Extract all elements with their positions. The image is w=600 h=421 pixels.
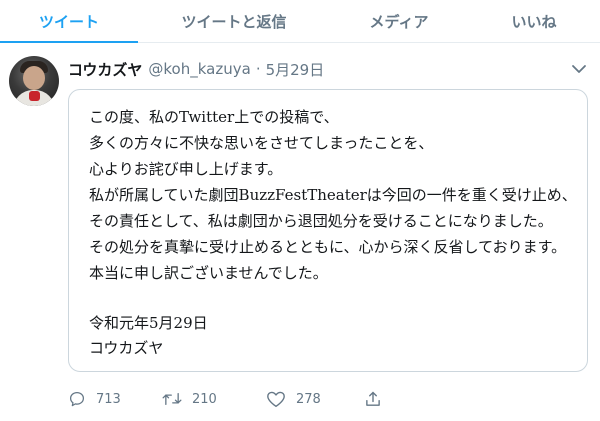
statement-line-4: 私が所属していた劇団BuzzFestTheaterは今回の一件を重く受け止め、	[89, 186, 577, 204]
statement-line-2: 多くの方々に不快な思いをさせてしまったことを、	[89, 134, 434, 152]
tab-tweets[interactable]: ツイート	[0, 0, 138, 43]
retweet-button[interactable]: 210	[162, 388, 217, 410]
statement-signature: コウカズヤ	[89, 339, 164, 357]
tab-likes[interactable]: いいね	[468, 0, 600, 42]
author-handle[interactable]: @koh_kazuya	[148, 60, 250, 78]
reply-button[interactable]: 713	[68, 388, 121, 410]
statement-line-6: その処分を真摯に受け止めるとともに、心から深く反省しております。	[89, 238, 567, 256]
tweet-image-card[interactable]: この度、私のTwitter上での投稿で、 多くの方々に不快な思いをさせてしまった…	[68, 89, 588, 372]
statement-line-5: その責任として、私は劇団から退団処分を受けることになりました。	[89, 212, 553, 230]
tweet-date[interactable]: 5月29日	[266, 59, 325, 80]
chevron-down-icon[interactable]	[571, 63, 587, 75]
avatar-face	[23, 66, 45, 90]
separator-dot: ·	[255, 60, 261, 78]
reply-count: 713	[96, 391, 121, 407]
tab-media[interactable]: メディア	[330, 0, 468, 42]
profile-tabs: ツイート ツイートと返信 メディア いいね	[0, 0, 600, 43]
avatar-red-object	[29, 91, 40, 101]
share-button[interactable]	[364, 388, 382, 410]
like-button[interactable]: 278	[266, 388, 321, 410]
statement-date: 令和元年5月29日	[89, 314, 208, 332]
tweet-header: コウカズヤ @koh_kazuya · 5月29日	[68, 59, 324, 79]
retweet-count: 210	[192, 391, 217, 407]
retweet-icon	[162, 392, 182, 406]
reply-icon	[69, 391, 85, 407]
tab-tweets-and-replies[interactable]: ツイートと返信	[138, 0, 330, 42]
like-count: 278	[296, 391, 321, 407]
author-name[interactable]: コウカズヤ	[68, 59, 142, 80]
avatar[interactable]	[9, 56, 59, 106]
statement-line-7: 本当に申し訳ございませんでした。	[89, 264, 328, 282]
share-icon	[366, 391, 380, 406]
statement-line-1: この度、私のTwitter上での投稿で、	[89, 108, 339, 126]
statement-line-3: 心よりお詫び申し上げます。	[89, 160, 283, 178]
heart-icon	[267, 391, 285, 408]
